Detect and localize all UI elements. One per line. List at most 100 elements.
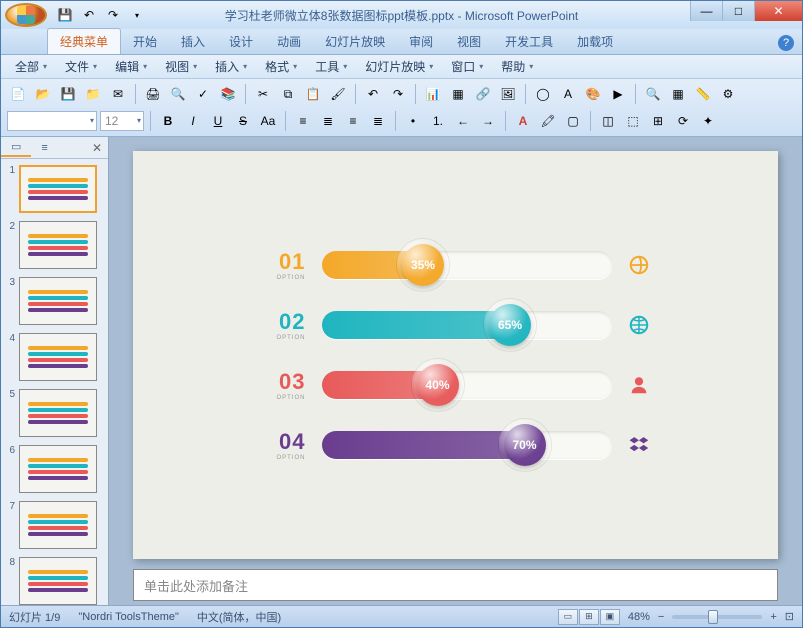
slide-thumbnail[interactable] <box>19 333 97 381</box>
save-button[interactable]: 💾 <box>55 5 75 25</box>
strike-button[interactable]: S <box>232 110 254 132</box>
color-button[interactable]: 🎨 <box>582 83 604 105</box>
font-size-combo[interactable]: 12 <box>100 111 144 131</box>
slide-thumbnail[interactable] <box>19 277 97 325</box>
group-button[interactable]: ⊞ <box>647 110 669 132</box>
view-normal-button[interactable]: ▭ <box>558 609 578 625</box>
office-button[interactable] <box>5 3 47 27</box>
thumbnail-list[interactable]: 1 2 3 4 5 6 7 8 <box>1 159 108 605</box>
new-slide-button[interactable]: ▢ <box>562 110 584 132</box>
menu-help[interactable]: 帮助 <box>493 55 537 78</box>
zoom-button[interactable]: 🔍 <box>642 83 664 105</box>
ruler-button[interactable]: 📏 <box>692 83 714 105</box>
tab-developer[interactable]: 开发工具 <box>493 29 565 54</box>
slide-thumbnail[interactable] <box>19 165 97 213</box>
redo-button-2[interactable]: ↷ <box>387 83 409 105</box>
open-button[interactable]: 📂 <box>32 83 54 105</box>
effects-button[interactable]: ✦ <box>697 110 719 132</box>
align-left-button[interactable]: ≡ <box>292 110 314 132</box>
panel-tab-outline[interactable]: ≡ <box>31 140 57 156</box>
justify-button[interactable]: ≣ <box>367 110 389 132</box>
cut-button[interactable]: ✂ <box>252 83 274 105</box>
menu-window[interactable]: 窗口 <box>443 55 491 78</box>
minimize-button[interactable]: — <box>690 1 722 21</box>
panel-tab-slides[interactable]: ▭ <box>1 138 31 157</box>
font-color-button[interactable]: A <box>512 110 534 132</box>
view-show-button[interactable]: ▣ <box>600 609 620 625</box>
chart-button[interactable]: 📊 <box>422 83 444 105</box>
numbering-button[interactable]: 1. <box>427 110 449 132</box>
slide-thumbnail[interactable] <box>19 221 97 269</box>
tab-home[interactable]: 开始 <box>121 29 169 54</box>
status-language[interactable]: 中文(简体，中国) <box>197 609 281 625</box>
menu-slideshow[interactable]: 幻灯片放映 <box>357 55 441 78</box>
zoom-out-button[interactable]: − <box>658 611 664 623</box>
rotate-button[interactable]: ⟳ <box>672 110 694 132</box>
tab-insert[interactable]: 插入 <box>169 29 217 54</box>
format-painter-button[interactable]: 🖌 <box>327 83 349 105</box>
zoom-level[interactable]: 48% <box>628 611 650 623</box>
undo-button-2[interactable]: ↶ <box>362 83 384 105</box>
help-icon[interactable]: ? <box>778 35 794 51</box>
mail-button[interactable]: ✉ <box>107 83 129 105</box>
maximize-button[interactable]: □ <box>722 1 754 21</box>
italic-button[interactable]: I <box>182 110 204 132</box>
slide-thumbnail[interactable] <box>19 389 97 437</box>
indent-button[interactable]: → <box>477 110 499 132</box>
arrange-button[interactable]: ⬚ <box>622 110 644 132</box>
menu-insert[interactable]: 插入 <box>207 55 255 78</box>
table-button[interactable]: ▦ <box>447 83 469 105</box>
textbox-button[interactable]: A <box>557 83 579 105</box>
view-sorter-button[interactable]: ⊞ <box>579 609 599 625</box>
slide-thumbnail[interactable] <box>19 501 97 549</box>
zoom-thumb[interactable] <box>708 610 718 624</box>
spell-button[interactable]: ✓ <box>192 83 214 105</box>
print-button[interactable]: 🖨 <box>142 83 164 105</box>
tab-animation[interactable]: 动画 <box>265 29 313 54</box>
link-button[interactable]: 🔗 <box>472 83 494 105</box>
bullets-button[interactable]: • <box>402 110 424 132</box>
highlight-button[interactable]: 🖍 <box>537 110 559 132</box>
slide-canvas[interactable]: 01 OPTION 35% 02 OPTION 65% 03 OPTION 40… <box>133 151 778 559</box>
undo-button[interactable]: ↶ <box>79 5 99 25</box>
layout-button[interactable]: ◫ <box>597 110 619 132</box>
tab-classic-menu[interactable]: 经典菜单 <box>47 28 121 54</box>
tab-design[interactable]: 设计 <box>217 29 265 54</box>
folder-button[interactable]: 📁 <box>82 83 104 105</box>
fit-button[interactable]: ⊡ <box>785 610 794 623</box>
panel-close-icon[interactable]: ✕ <box>86 141 108 155</box>
align-center-button[interactable]: ≣ <box>317 110 339 132</box>
zoom-slider[interactable] <box>672 615 762 619</box>
tab-view[interactable]: 视图 <box>445 29 493 54</box>
new-button[interactable]: 📄 <box>7 83 29 105</box>
research-button[interactable]: 📚 <box>217 83 239 105</box>
outdent-button[interactable]: ← <box>452 110 474 132</box>
preview-button[interactable]: 🔍 <box>167 83 189 105</box>
tab-review[interactable]: 审阅 <box>397 29 445 54</box>
slideshow-button[interactable]: ▶ <box>607 83 629 105</box>
qat-customize[interactable]: ▾ <box>127 5 147 25</box>
save-button-2[interactable]: 💾 <box>57 83 79 105</box>
underline-button[interactable]: U <box>207 110 229 132</box>
menu-file[interactable]: 文件 <box>57 55 105 78</box>
menu-view[interactable]: 视图 <box>157 55 205 78</box>
slide-thumbnail[interactable] <box>19 445 97 493</box>
fontcase-button[interactable]: Aa <box>257 110 279 132</box>
redo-button[interactable]: ↷ <box>103 5 123 25</box>
font-family-combo[interactable] <box>7 111 97 131</box>
slide-thumbnail[interactable] <box>19 557 97 605</box>
align-right-button[interactable]: ≡ <box>342 110 364 132</box>
grid-button[interactable]: ▦ <box>667 83 689 105</box>
zoom-in-button[interactable]: + <box>770 611 776 623</box>
menu-format[interactable]: 格式 <box>257 55 305 78</box>
macro-button[interactable]: ⚙ <box>717 83 739 105</box>
menu-tools[interactable]: 工具 <box>307 55 355 78</box>
shape-button[interactable]: ◯ <box>532 83 554 105</box>
tab-addins[interactable]: 加载项 <box>565 29 625 54</box>
picture-button[interactable]: 🖼 <box>497 83 519 105</box>
close-button[interactable]: ✕ <box>754 1 802 21</box>
menu-all[interactable]: 全部 <box>7 55 55 78</box>
notes-pane[interactable]: 单击此处添加备注 <box>133 569 778 601</box>
menu-edit[interactable]: 编辑 <box>107 55 155 78</box>
copy-button[interactable]: ⧉ <box>277 83 299 105</box>
